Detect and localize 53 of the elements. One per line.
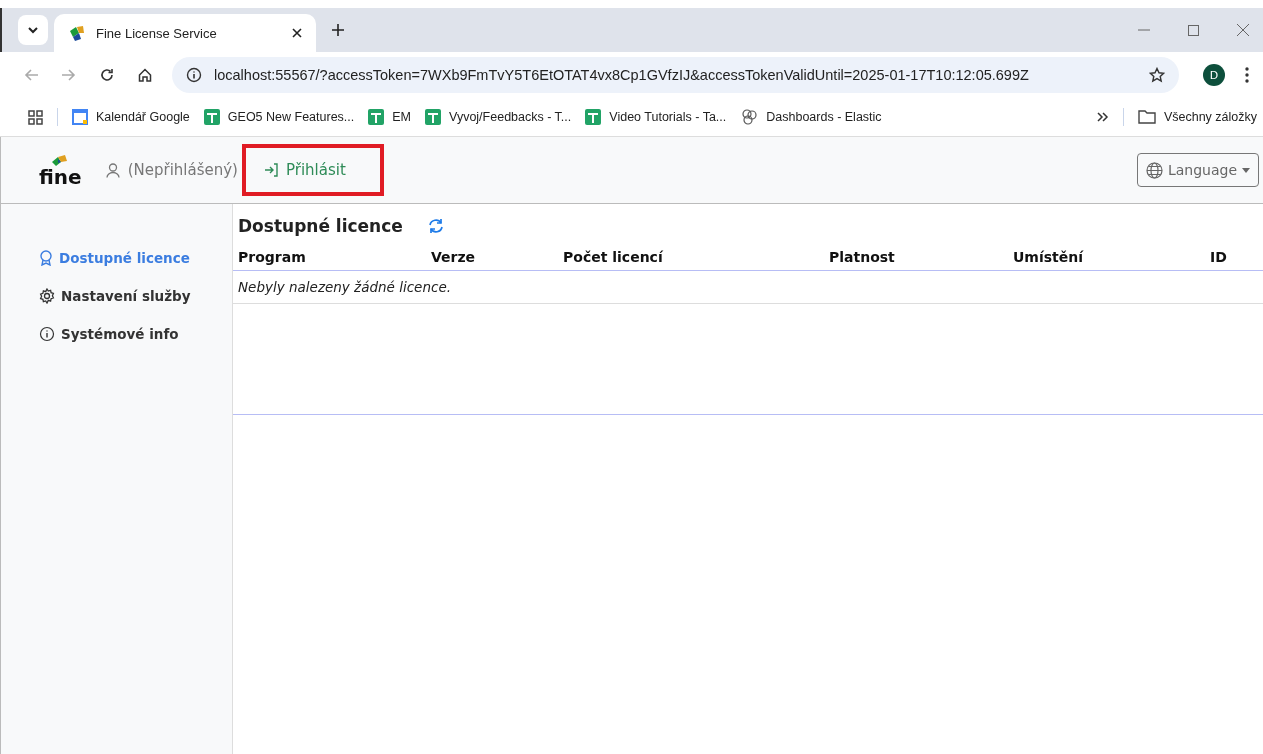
caret-icon [1242, 167, 1250, 173]
sheet-icon [368, 109, 385, 125]
browser-tab[interactable]: Fine License Service [54, 14, 316, 52]
bookmark[interactable]: Video Tutorials - Ta... [585, 109, 727, 125]
bookmark[interactable]: GEO5 New Features... [203, 109, 355, 125]
column-header: Počet licencí [563, 249, 664, 265]
award-icon [39, 250, 53, 266]
column-header: Umístění [1013, 249, 1085, 265]
folder-icon [1137, 110, 1156, 124]
tab-list-button[interactable] [18, 15, 48, 45]
settings-icon [39, 288, 55, 304]
maximize-icon[interactable] [1188, 24, 1199, 36]
info-icon[interactable] [186, 67, 202, 83]
user-status: (Nepřihlášený) [127, 161, 238, 179]
fine-logo: fine [39, 154, 82, 186]
cluster-icon [740, 108, 759, 126]
refresh-icon[interactable] [426, 218, 445, 234]
sheet-icon [585, 109, 602, 125]
login-link[interactable]: Přihlásit [241, 144, 384, 196]
page-title: Dostupné licence [238, 216, 403, 236]
empty-message: Nebyly nalezeny žádné licence. [238, 279, 451, 295]
address-bar[interactable]: localhost:55567/?accessToken=7WXb9FmTvY5T6EtOTAT4vx8Cp1GVfzIJ&accessTokenValidUntil=2025-01-17T10:12:05.699Z [172, 57, 1179, 93]
new-tab-icon[interactable] [332, 24, 344, 36]
login-icon [263, 163, 279, 177]
column-header: Platnost [829, 249, 896, 265]
bookmark-folder[interactable]: Všechny záložky [1137, 110, 1257, 124]
profile-avatar[interactable]: D [1203, 64, 1225, 86]
info-icon [39, 326, 55, 342]
menu-icon[interactable] [1245, 67, 1249, 83]
user-icon [105, 162, 120, 178]
star-icon[interactable] [1149, 67, 1165, 83]
globe-icon [1145, 161, 1163, 179]
sidebar-item[interactable]: Dostupné licence [1, 250, 232, 266]
close-icon[interactable] [292, 28, 302, 38]
column-header: ID [1210, 249, 1228, 265]
chevron-down-icon [27, 26, 39, 34]
column-header: Program [238, 249, 307, 265]
language-dropdown[interactable]: Language [1136, 153, 1259, 187]
bookmark[interactable]: EM [368, 109, 411, 125]
chevrons-icon[interactable] [1096, 112, 1109, 122]
logo-icon [68, 25, 86, 41]
bookmark[interactable]: Vyvoj/Feedbacks - T... [425, 109, 572, 125]
sheet-icon [425, 109, 441, 125]
apps-icon[interactable] [28, 109, 43, 125]
calendar-icon [72, 109, 88, 125]
bookmark[interactable]: Kalendář Google [72, 109, 190, 125]
home-icon[interactable] [138, 68, 152, 82]
column-header: Verze [431, 249, 477, 265]
reload-icon[interactable] [100, 68, 114, 82]
sheet-icon [203, 109, 220, 125]
bookmark[interactable]: Dashboards - Elastic [740, 108, 882, 126]
sidebar-item[interactable]: Nastavení služby [1, 288, 232, 304]
sidebar-item[interactable]: Systémové info [1, 326, 232, 342]
